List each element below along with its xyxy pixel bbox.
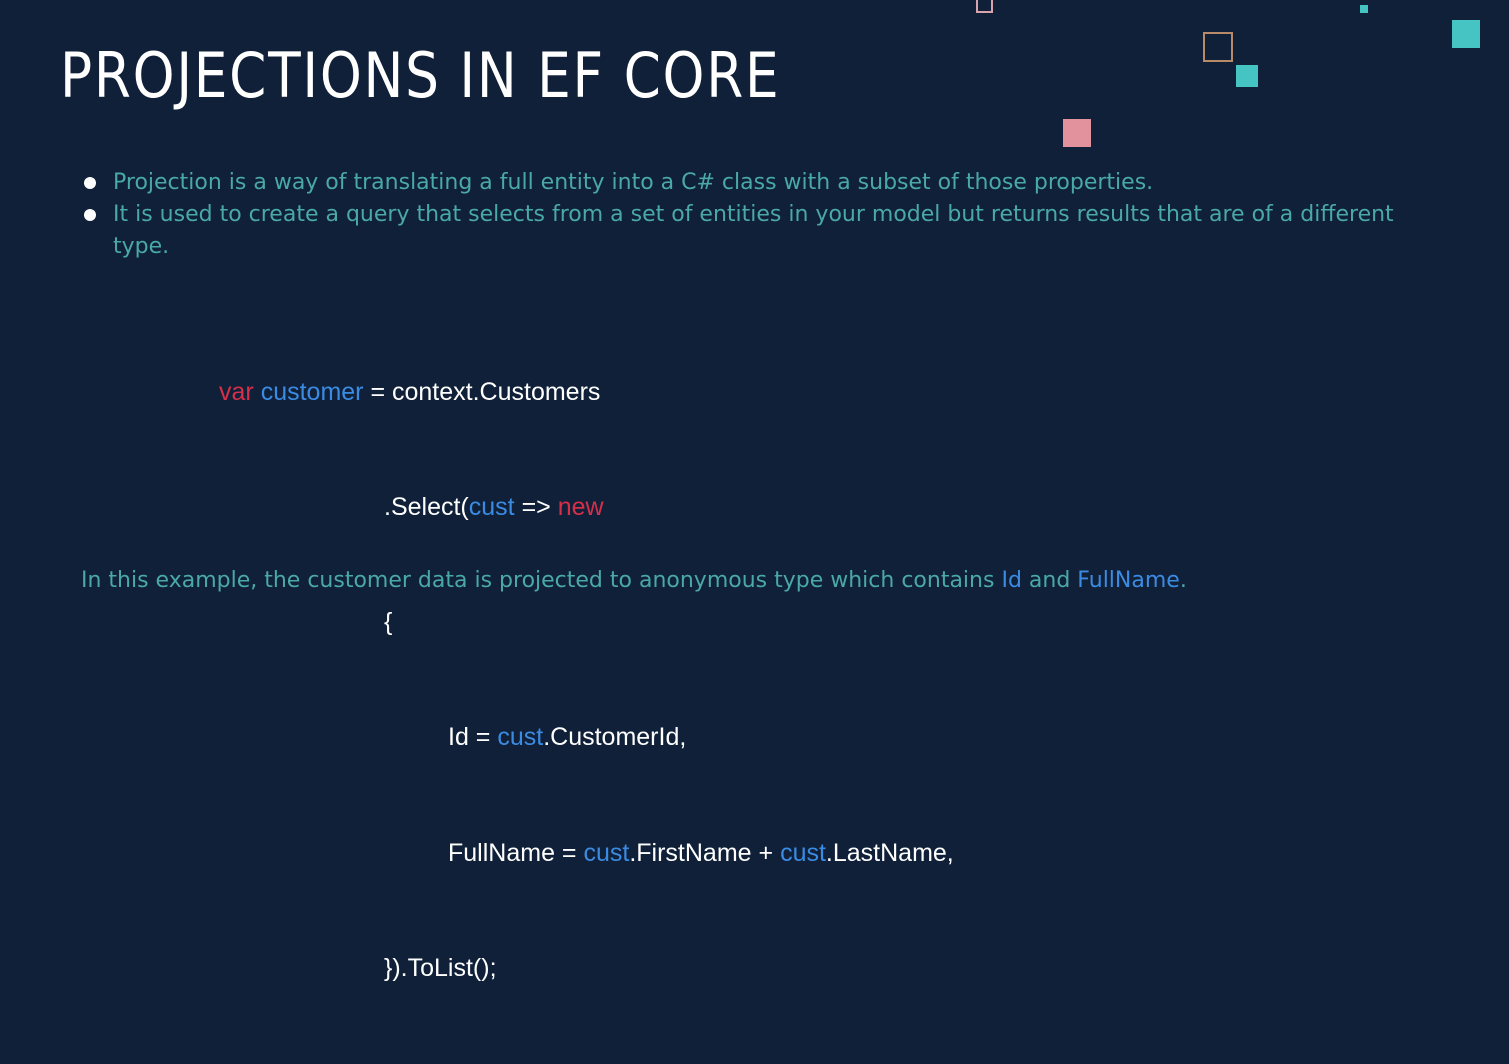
deco-square-small-teal (1360, 5, 1368, 13)
footer-highlight-id: Id (1001, 568, 1022, 593)
deco-square-pink (1063, 119, 1091, 147)
code-identifier: cust (468, 493, 515, 522)
code-line: }).ToList(); (219, 949, 954, 987)
slide-title: PROJECTIONS IN EF CORE (60, 39, 781, 112)
bullet-list: Projection is a way of translating a ful… (84, 167, 1444, 263)
bullet-dot-icon (84, 209, 96, 221)
code-text: { (384, 608, 393, 637)
deco-square-teal-right (1452, 20, 1480, 48)
code-line: var customer = context.Customers (219, 373, 954, 411)
code-text: => (514, 493, 558, 522)
footer-note: In this example, the customer data is pr… (81, 565, 1187, 597)
bullet-item: It is used to create a query that select… (84, 199, 1444, 263)
footer-text: . (1179, 568, 1187, 593)
code-line: { (219, 603, 954, 641)
code-keyword: var (219, 377, 254, 406)
code-text: Id = (448, 723, 498, 752)
deco-square-outline-tan (1203, 32, 1233, 62)
code-text: .CustomerId, (543, 723, 687, 752)
bullet-text: It is used to create a query that select… (113, 202, 1394, 259)
code-line: Id = cust.CustomerId, (219, 718, 954, 756)
code-identifier: cust (780, 838, 826, 867)
footer-text: In this example, the customer data is pr… (81, 568, 1002, 593)
code-text: .LastName, (825, 838, 954, 867)
code-text: .FirstName + (629, 838, 781, 867)
code-text: = context.Customers (363, 377, 601, 406)
code-block: var customer = context.Customers .Select… (219, 296, 954, 1064)
bullet-item: Projection is a way of translating a ful… (84, 167, 1444, 199)
deco-square-teal (1236, 65, 1258, 87)
code-text: .Select( (384, 493, 469, 522)
slide: PROJECTIONS IN EF CORE Projection is a w… (0, 0, 1509, 982)
code-line: FullName = cust.FirstName + cust.LastNam… (219, 834, 954, 872)
footer-highlight-fullname: FullName (1077, 568, 1180, 593)
deco-square-outline-top (976, 0, 993, 13)
code-keyword: new (557, 493, 604, 522)
code-identifier: cust (583, 838, 630, 867)
code-text: }).ToList(); (384, 953, 497, 982)
code-text: FullName = (448, 838, 584, 867)
bullet-dot-icon (84, 177, 96, 189)
code-line: .Select(cust => new (219, 488, 954, 526)
bullet-text: Projection is a way of translating a ful… (113, 170, 1154, 195)
code-identifier: customer (260, 377, 364, 406)
footer-text: and (1021, 568, 1078, 593)
code-identifier: cust (497, 723, 544, 752)
